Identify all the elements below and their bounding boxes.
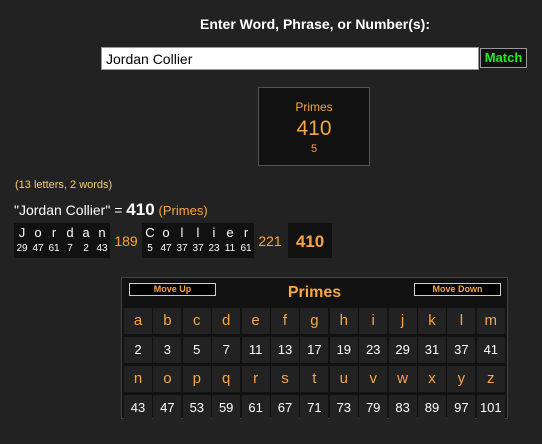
breakdown-letter-value: 37 (192, 243, 204, 254)
cipher-letter-cell: e (241, 308, 270, 334)
match-button[interactable]: Match (480, 48, 527, 68)
cipher-letter-cell: w (388, 366, 417, 392)
letter-word-count: (13 letters, 2 words) (15, 179, 113, 191)
move-down-button[interactable]: Move Down (414, 283, 501, 296)
breakdown-letter-value: 2 (83, 243, 89, 254)
summary-cipher-name: Primes (295, 100, 333, 114)
breakdown-letter: C (145, 225, 155, 240)
breakdown-letter-value: 61 (240, 243, 252, 254)
breakdown-letter-value: 23 (208, 243, 220, 254)
breakdown-letter-value: 47 (32, 243, 44, 254)
cipher-value-cell: 23 (359, 337, 388, 363)
cipher-value-cell: 61 (241, 395, 270, 421)
cipher-value-cell: 17 (300, 337, 329, 363)
cipher-value-cell: 13 (271, 337, 299, 363)
cipher-letter-cell: y (447, 366, 476, 392)
cipher-letter-cell: n (124, 366, 152, 392)
cipher-letter-cell: a (124, 308, 152, 334)
cipher-letter-cell: g (300, 308, 329, 334)
word-input[interactable] (101, 47, 479, 70)
cipher-value-cell: 53 (182, 395, 211, 421)
cipher-letter-cell: v (359, 366, 388, 392)
breakdown-letter: J (18, 225, 26, 240)
cipher-value-cell: 59 (212, 395, 241, 421)
cipher-value-cell: 47 (153, 395, 182, 421)
cipher-value-cell: 11 (241, 337, 270, 363)
cipher-value-cell: 37 (447, 337, 476, 363)
cipher-value-cell: 19 (329, 337, 358, 363)
cipher-value-cell: 101 (476, 395, 505, 421)
prompt-label: Enter Word, Phrase, or Number(s): (199, 16, 430, 32)
breakdown-letter-value: 43 (96, 243, 108, 254)
breakdown-letter-value: 37 (176, 243, 188, 254)
cipher-value-cell: 89 (418, 395, 446, 421)
cipher-value-cell: 79 (359, 395, 388, 421)
breakdown-letter-value: 11 (224, 243, 236, 254)
cipher-letter-cell: k (418, 308, 446, 334)
cipher-table: Move Up Primes Move Down abcdefghijklm23… (121, 277, 508, 421)
result-phrase: "Jordan Collier" (14, 202, 111, 218)
breakdown-letter: r (51, 225, 57, 240)
cipher-letter-cell: c (182, 308, 211, 334)
breakdown-letter: d (66, 225, 74, 240)
cipher-summary-box[interactable]: Primes 410 5 (258, 87, 370, 166)
cipher-value-cell: 43 (124, 395, 152, 421)
cipher-letter-cell: q (212, 366, 241, 392)
cipher-letter-cell: d (212, 308, 241, 334)
cipher-letter-cell: l (447, 308, 476, 334)
breakdown-letter: o (162, 225, 170, 240)
cipher-letter-cell: s (271, 366, 299, 392)
breakdown-letter: l (180, 225, 184, 240)
breakdown-letter: n (98, 225, 106, 240)
breakdown-letter-value: 7 (67, 243, 73, 254)
breakdown-total: 410 (288, 223, 332, 258)
summary-reduction: 5 (310, 143, 318, 155)
breakdown-letter-value: 61 (48, 243, 60, 254)
cipher-value-cell: 7 (212, 337, 241, 363)
result-cipher-label: (Primes) (158, 203, 208, 218)
cipher-value-cell: 3 (153, 337, 182, 363)
cipher-letter-cell: z (476, 366, 505, 392)
cipher-letter-cell: t (300, 366, 329, 392)
cipher-letter-cell: i (359, 308, 388, 334)
breakdown-letter: e (226, 225, 234, 240)
cipher-letter-cell: h (329, 308, 358, 334)
breakdown-word-sum: 189 (110, 223, 142, 258)
cipher-letter-cell: r (241, 366, 270, 392)
cipher-value-cell: 5 (182, 337, 211, 363)
cipher-table-header: Move Up Primes Move Down (122, 278, 507, 306)
cipher-value-cell: 67 (271, 395, 299, 421)
cipher-value-cell: 73 (329, 395, 358, 421)
cipher-letter-cell: m (476, 308, 505, 334)
cipher-value-cell: 83 (388, 395, 417, 421)
cipher-value-cell: 71 (300, 395, 329, 421)
cipher-letter-cell: x (418, 366, 446, 392)
cipher-value-cell: 2 (124, 337, 152, 363)
breakdown-letter: o (34, 225, 42, 240)
breakdown-letter-value: 5 (147, 243, 153, 254)
breakdown-letter: r (243, 225, 249, 240)
cipher-letter-cell: o (153, 366, 182, 392)
cipher-letter-cell: f (271, 308, 299, 334)
cipher-letter-cell: p (182, 366, 211, 392)
cipher-value-cell: 31 (418, 337, 446, 363)
result-equals: = (110, 202, 127, 218)
breakdown-letter: i (212, 225, 216, 240)
cipher-letter-cell: b (153, 308, 182, 334)
breakdown-word-0: J 29 o 47 r 61 d 7 a 2 n 43 (14, 223, 110, 258)
cipher-letter-cell: u (329, 366, 358, 392)
breakdown-word-sum: 221 (254, 223, 286, 258)
breakdown-letter-value: 29 (16, 243, 28, 254)
summary-value: 410 (296, 117, 332, 140)
breakdown-word-1: C 5 o 47 l 37 l 37 i 23 e 11 r 61 (142, 223, 254, 258)
result-line: "Jordan Collier" = 410 (Primes) (14, 200, 208, 220)
cipher-value-cell: 29 (388, 337, 417, 363)
breakdown-letter-value: 47 (160, 243, 172, 254)
cipher-value-cell: 97 (447, 395, 476, 421)
cipher-letter-cell: j (388, 308, 417, 334)
breakdown-letter: l (196, 225, 200, 240)
breakdown-letter: a (82, 225, 90, 240)
result-value: 410 (126, 200, 155, 219)
cipher-value-cell: 41 (476, 337, 505, 363)
